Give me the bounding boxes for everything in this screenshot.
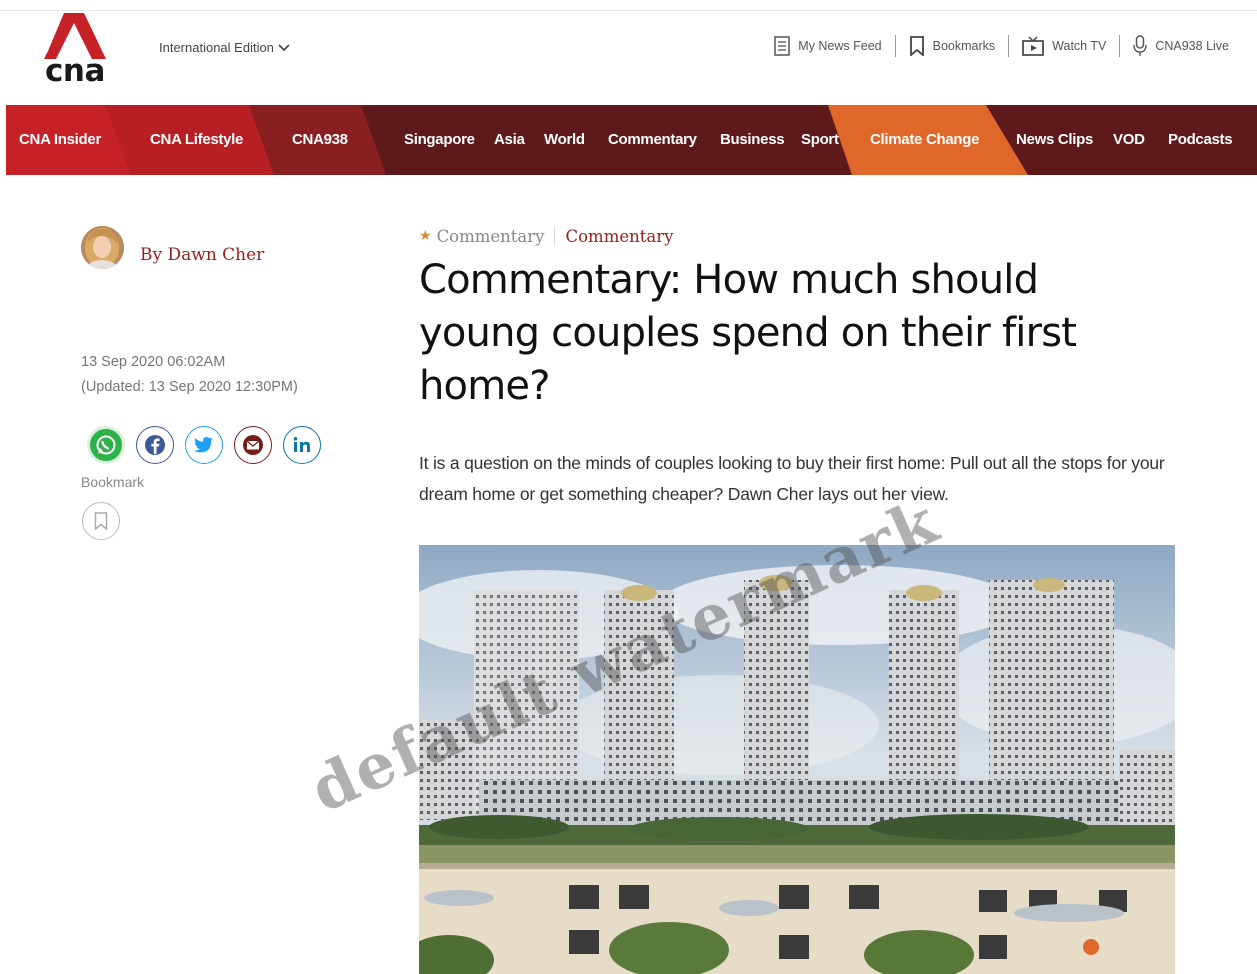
newsfeed-icon	[774, 36, 791, 56]
author-name[interactable]: By Dawn Cher	[140, 245, 264, 265]
facebook-icon	[145, 435, 165, 455]
watch-tv-link[interactable]: Watch TV	[1012, 36, 1116, 56]
bookmark-label: Bookmark	[81, 474, 145, 490]
nav-commentary[interactable]: Commentary	[608, 105, 697, 175]
nav-singapore[interactable]: Singapore	[404, 105, 475, 175]
article-kicker: ★ Commentary Commentary	[419, 226, 673, 246]
linkedin-icon	[293, 437, 310, 452]
bookmark-icon	[909, 36, 924, 56]
share-bar	[87, 426, 321, 464]
util-label: Watch TV	[1052, 39, 1107, 53]
avatar[interactable]	[81, 226, 124, 269]
tv-icon	[1022, 36, 1045, 56]
hero-image	[419, 545, 1175, 974]
nav-news-clips[interactable]: News Clips	[1016, 105, 1093, 175]
article-headline: Commentary: How much should young couple…	[419, 257, 1077, 409]
logo-text: cna	[45, 53, 105, 89]
chevron-down-icon	[278, 43, 290, 51]
share-linkedin-button[interactable]	[283, 426, 321, 464]
utility-nav: My News Feed Bookmarks Watch TV CNA938 L…	[764, 35, 1239, 57]
hdb-towers-photo	[419, 545, 1175, 974]
share-twitter-button[interactable]	[185, 426, 223, 464]
kicker-divider	[554, 226, 556, 246]
nav-asia[interactable]: Asia	[494, 105, 525, 175]
nav-podcasts[interactable]: Podcasts	[1168, 105, 1233, 175]
star-icon: ★	[419, 228, 432, 244]
nav-cna-lifestyle[interactable]: CNA Lifestyle	[150, 105, 243, 175]
cna-logo[interactable]: cna	[44, 13, 106, 91]
util-label: Bookmarks	[932, 39, 996, 53]
kicker-section[interactable]: Commentary	[565, 227, 673, 246]
share-whatsapp-button[interactable]	[87, 426, 125, 464]
twitter-icon	[194, 437, 213, 453]
nav-business[interactable]: Business	[720, 105, 785, 175]
share-facebook-button[interactable]	[136, 426, 174, 464]
nav-cna-insider[interactable]: CNA Insider	[19, 105, 101, 175]
microphone-icon	[1133, 35, 1148, 56]
author-block: By Dawn Cher	[81, 226, 264, 269]
edition-label: International Edition	[159, 40, 274, 55]
share-email-button[interactable]	[234, 426, 272, 464]
bookmark-outline-icon	[94, 512, 108, 530]
nav-world[interactable]: World	[544, 105, 585, 175]
util-divider	[894, 35, 896, 57]
nav-climate-change[interactable]: Climate Change	[870, 105, 979, 175]
site-header: cna International Edition My News Feed B…	[0, 11, 1257, 105]
util-label: CNA938 Live	[1155, 39, 1229, 53]
util-divider	[1119, 35, 1121, 57]
bookmark-button[interactable]	[82, 502, 120, 540]
article-summary: It is a question on the minds of couples…	[419, 453, 1165, 504]
edition-selector[interactable]: International Edition	[159, 40, 290, 55]
util-label: My News Feed	[798, 39, 882, 53]
updated-date: (Updated: 13 Sep 2020 12:30PM)	[81, 379, 298, 395]
util-divider	[1008, 35, 1010, 57]
nav-vod[interactable]: VOD	[1113, 105, 1145, 175]
published-date: 13 Sep 2020 06:02AM	[81, 354, 226, 370]
cna938-live-link[interactable]: CNA938 Live	[1123, 35, 1239, 57]
main-nav: CNA Insider CNA Lifestyle CNA938 Singapo…	[6, 105, 1257, 175]
email-icon	[243, 435, 263, 455]
my-news-feed-link[interactable]: My News Feed	[764, 36, 891, 56]
bookmarks-link[interactable]: Bookmarks	[899, 36, 1006, 56]
nav-sport[interactable]: Sport	[801, 105, 839, 175]
kicker-category[interactable]: Commentary	[437, 227, 545, 246]
nav-cna938[interactable]: CNA938	[292, 105, 348, 175]
article-dates: 13 Sep 2020 06:02AM (Updated: 13 Sep 202…	[81, 350, 298, 400]
whatsapp-icon	[96, 435, 116, 455]
author-photo	[81, 226, 124, 269]
